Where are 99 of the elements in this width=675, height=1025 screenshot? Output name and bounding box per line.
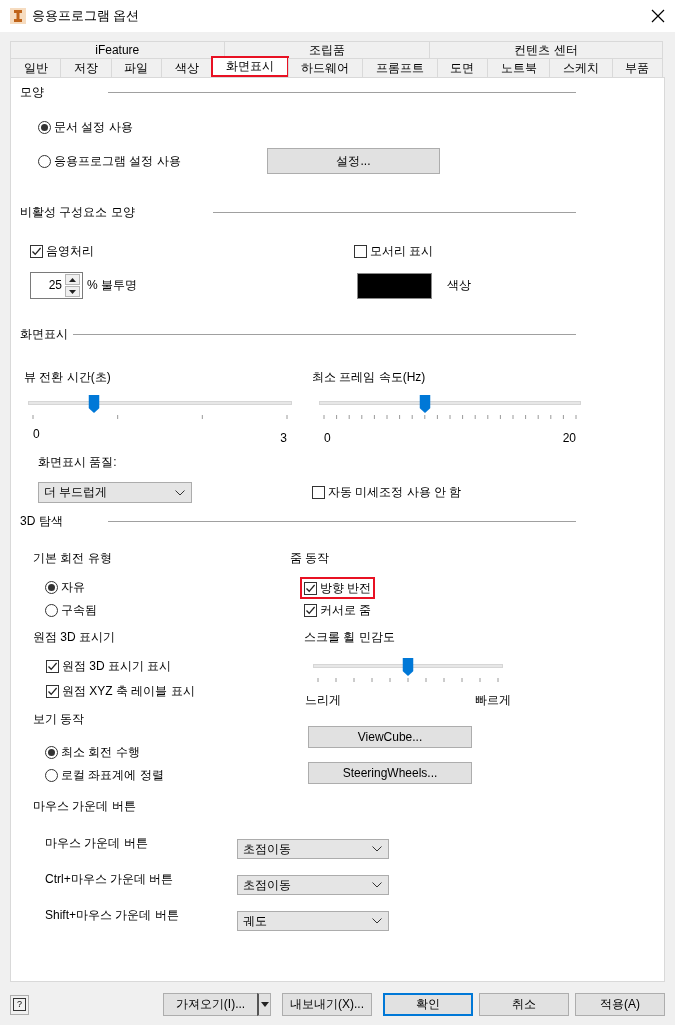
radio-button[interactable] bbox=[38, 154, 51, 168]
unit-label: % 불투명 bbox=[87, 277, 137, 294]
triangle-down-icon bbox=[260, 1002, 269, 1007]
tab[interactable]: 조립품 bbox=[223, 41, 431, 58]
checkbox-label: 음영처리 bbox=[46, 242, 94, 260]
checkbox[interactable] bbox=[46, 659, 59, 673]
dropdown[interactable]: 초점이동 bbox=[237, 875, 389, 895]
slider-thumb[interactable] bbox=[419, 395, 431, 413]
slider-thumb[interactable] bbox=[402, 658, 414, 676]
spin-up-button[interactable] bbox=[65, 274, 80, 285]
dialog-button[interactable]: 취소 bbox=[479, 993, 569, 1016]
dialog-button[interactable]: 적용(A) bbox=[575, 993, 665, 1016]
radio-button[interactable] bbox=[45, 603, 58, 617]
number-spinner[interactable]: 25 bbox=[30, 272, 83, 299]
group-title: 보기 동작 bbox=[33, 712, 85, 726]
checkbox[interactable] bbox=[30, 244, 43, 258]
dialog-button[interactable]: SteeringWheels... bbox=[308, 762, 472, 784]
field-label: Ctrl+마우스 가운데 버튼 bbox=[45, 871, 175, 887]
checkbox[interactable] bbox=[354, 244, 367, 258]
slider-track[interactable] bbox=[319, 394, 581, 414]
radio-label: 로컬 좌표계에 정렬 bbox=[61, 766, 164, 784]
group-title: 기본 회전 유형 bbox=[33, 551, 112, 565]
tab[interactable]: 노트북 bbox=[486, 58, 551, 77]
help-button[interactable]: ? bbox=[10, 994, 29, 1015]
settings-button[interactable]: 설정... bbox=[267, 148, 440, 174]
slider-label: 뷰 전환 시간(초) bbox=[24, 369, 112, 385]
radio-label: 문서 설정 사용 bbox=[54, 118, 133, 136]
scale-max-label: 빠르게 bbox=[475, 692, 511, 708]
checkbox[interactable] bbox=[312, 486, 325, 499]
tab[interactable]: 컨텐츠 센터 bbox=[429, 41, 663, 58]
radio-label: 구속됨 bbox=[61, 601, 97, 619]
scale-min-label: 느리게 bbox=[305, 692, 341, 708]
chevron-down-icon bbox=[372, 846, 382, 852]
section-title: 화면표시 bbox=[20, 325, 68, 343]
scale-max-label: 3 bbox=[280, 430, 287, 446]
field-label: 마우스 가운데 버튼 bbox=[45, 835, 149, 851]
radio-button[interactable] bbox=[38, 120, 51, 134]
color-swatch[interactable] bbox=[357, 272, 432, 299]
checkbox-label: 모서리 표시 bbox=[370, 242, 434, 260]
window-title: 응용프로그램 옵션 bbox=[32, 7, 140, 25]
scale-max-label: 20 bbox=[562, 430, 576, 446]
section-title: 비활성 구성요소 모양 bbox=[20, 203, 135, 221]
scale-min-label: 0 bbox=[33, 426, 40, 442]
chevron-down-icon bbox=[372, 918, 382, 924]
dropdown[interactable]: 초점이동 bbox=[237, 839, 389, 859]
checkbox[interactable] bbox=[304, 581, 317, 595]
checkbox-label: 방향 반전 bbox=[320, 579, 372, 597]
dropdown[interactable]: 궤도 bbox=[237, 911, 389, 931]
group-title: 원점 3D 표시기 bbox=[33, 630, 115, 644]
radio-label: 응용프로그램 설정 사용 bbox=[54, 152, 181, 170]
checkbox-label: 커서로 줌 bbox=[320, 601, 372, 619]
section-title: 모양 bbox=[20, 83, 44, 101]
close-button[interactable] bbox=[651, 9, 665, 23]
tab[interactable]: 화면표시 bbox=[211, 56, 289, 77]
radio-label: 최소 회전 수행 bbox=[61, 743, 140, 761]
checkbox-label: 원점 XYZ 축 레이블 표시 bbox=[62, 682, 195, 700]
tab[interactable]: 스케치 bbox=[549, 58, 613, 77]
tab[interactable]: 색상 bbox=[161, 58, 213, 77]
tab[interactable]: 파일 bbox=[110, 58, 163, 77]
split-arrow-button[interactable] bbox=[257, 993, 271, 1016]
app-logo-icon bbox=[10, 8, 26, 24]
slider-thumb[interactable] bbox=[88, 395, 100, 413]
tab[interactable]: 프롬프트 bbox=[362, 58, 438, 77]
slider-track[interactable] bbox=[28, 394, 292, 414]
radio-button[interactable] bbox=[45, 745, 58, 759]
section-title: 3D 탐색 bbox=[20, 512, 63, 530]
tab[interactable]: 저장 bbox=[60, 58, 112, 77]
tab[interactable]: 하드웨어 bbox=[287, 58, 364, 77]
slider-track[interactable] bbox=[313, 657, 503, 677]
dialog-button[interactable]: ViewCube... bbox=[308, 726, 472, 748]
slider-label: 최소 프레임 속도(Hz) bbox=[312, 369, 427, 385]
dialog-button[interactable]: 내보내기(X)... bbox=[282, 993, 372, 1016]
import-button[interactable]: 가져오기(I)... bbox=[163, 993, 257, 1016]
chevron-down-icon bbox=[372, 882, 382, 888]
tab[interactable]: iFeature bbox=[10, 41, 225, 58]
color-label: 색상 bbox=[447, 277, 471, 294]
field-label: 화면표시 품질: bbox=[38, 455, 117, 469]
checkbox[interactable] bbox=[46, 684, 59, 698]
tab[interactable]: 도면 bbox=[436, 58, 488, 77]
checkbox[interactable] bbox=[304, 603, 317, 617]
field-label: Shift+마우스 가운데 버튼 bbox=[45, 907, 180, 923]
tab[interactable]: 일반 bbox=[10, 58, 62, 77]
radio-button[interactable] bbox=[45, 580, 58, 594]
radio-button[interactable] bbox=[45, 768, 58, 782]
triangle-up-icon bbox=[69, 277, 76, 282]
scale-min-label: 0 bbox=[324, 430, 331, 446]
dialog-button[interactable]: 확인 bbox=[383, 993, 473, 1016]
slider-label: 스크롤 휠 민감도 bbox=[304, 630, 395, 644]
group-title: 줌 동작 bbox=[290, 551, 330, 565]
triangle-down-icon bbox=[69, 289, 76, 294]
chevron-down-icon bbox=[175, 489, 185, 496]
group-title: 마우스 가운데 버튼 bbox=[33, 799, 136, 813]
checkbox-label: 자동 미세조정 사용 안 함 bbox=[328, 484, 462, 501]
close-icon bbox=[651, 9, 665, 23]
radio-label: 자유 bbox=[61, 578, 85, 596]
spin-down-button[interactable] bbox=[65, 286, 80, 297]
dropdown[interactable]: 더 부드럽게 bbox=[38, 482, 192, 503]
tab[interactable]: 부품 bbox=[611, 58, 663, 77]
checkbox-label: 원점 3D 표시기 표시 bbox=[62, 657, 172, 675]
